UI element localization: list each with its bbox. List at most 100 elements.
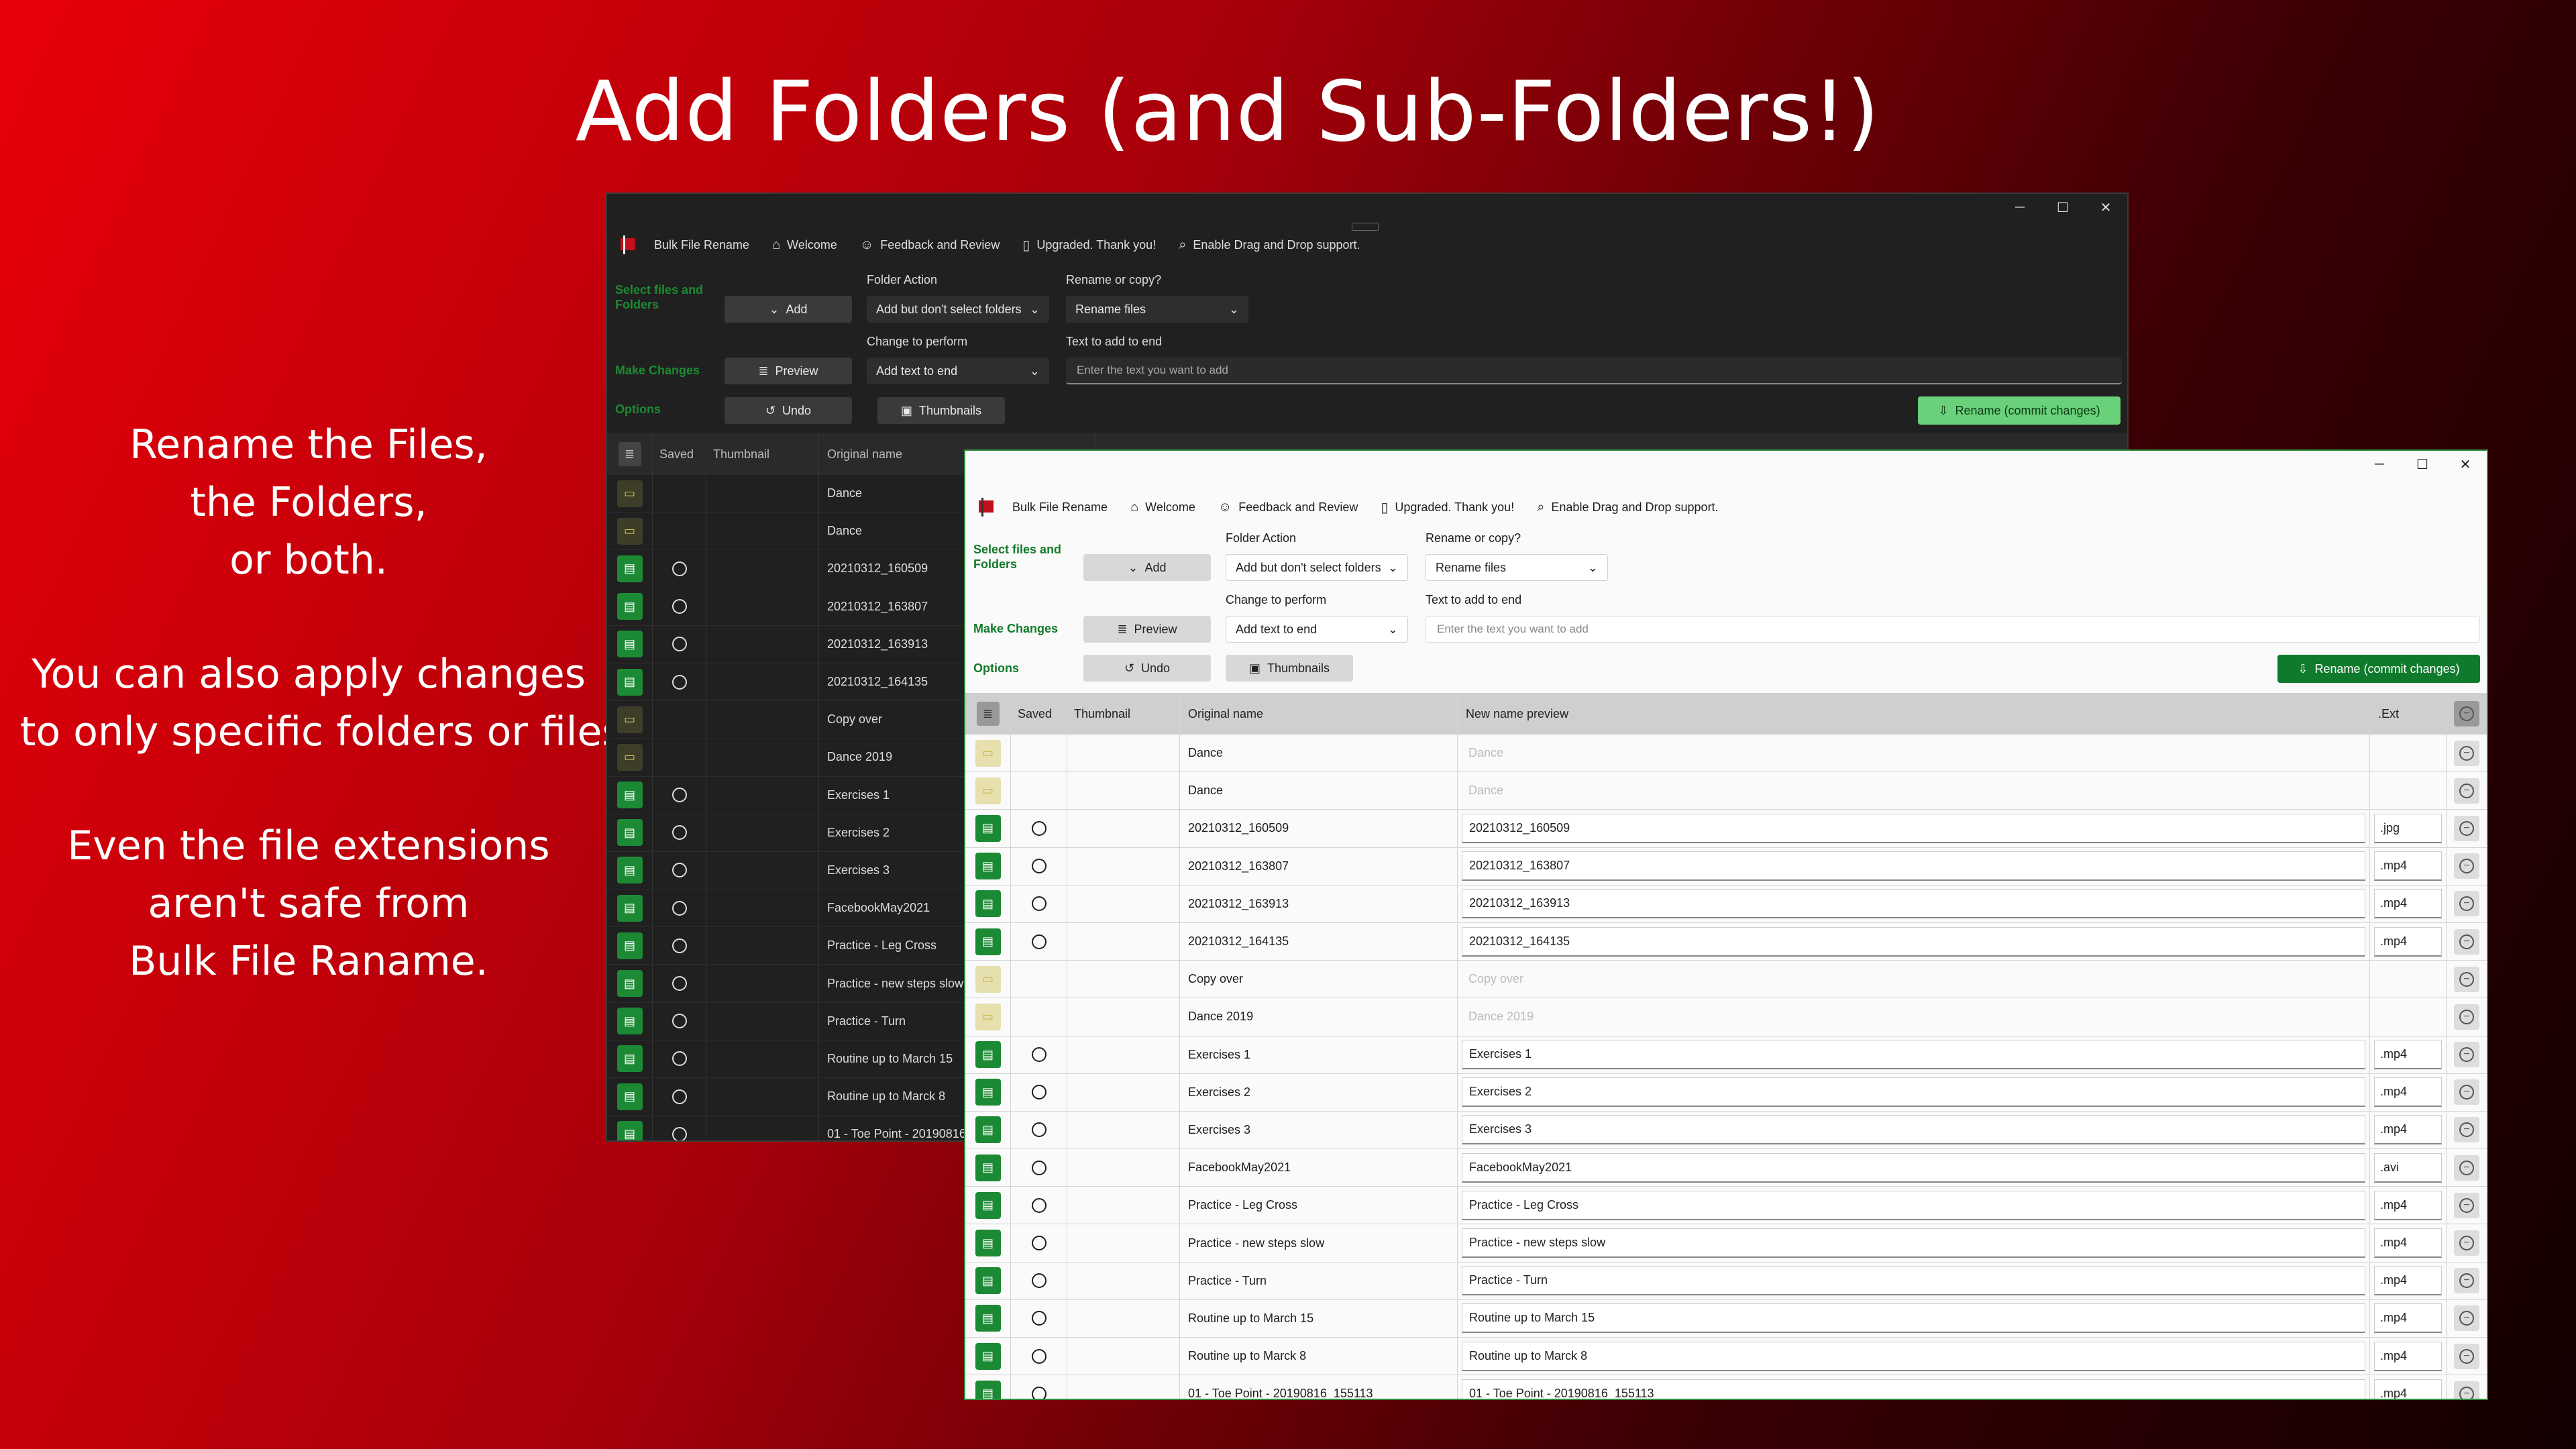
row-type-cell[interactable]: ▤ <box>607 588 653 625</box>
new-name-input[interactable]: 20210312_164135 <box>1462 926 2365 957</box>
new-name-input[interactable]: Copy over <box>1462 964 2365 994</box>
text-to-add-input[interactable]: Enter the text you want to add <box>1066 358 2122 384</box>
row-type-cell[interactable]: ▤ <box>965 1111 1011 1149</box>
change-select[interactable]: Add text to end ⌄ <box>867 358 1049 384</box>
row-type-cell[interactable]: ▤ <box>607 927 653 965</box>
row-type-cell[interactable]: ▤ <box>607 625 653 663</box>
table-row[interactable]: ▤ Practice - new steps slow Practice - new… <box>965 1224 2487 1263</box>
remove-row-button[interactable]: − <box>2454 1305 2479 1332</box>
row-type-cell[interactable]: ▤ <box>965 847 1011 885</box>
remove-row-button[interactable]: − <box>2454 1268 2479 1294</box>
extension-input[interactable]: .mp4 <box>2374 1228 2442 1258</box>
new-name-input[interactable]: Dance <box>1462 775 2365 806</box>
extension-input[interactable]: .mp4 <box>2374 1077 2442 1108</box>
table-row[interactable]: ▭ Dance 2019 Dance 2019 − <box>965 998 2487 1036</box>
row-type-cell[interactable]: ▭ <box>607 701 653 739</box>
remove-row-button[interactable]: − <box>2454 891 2479 917</box>
extension-input[interactable]: .mp4 <box>2374 889 2442 919</box>
folder-action-select[interactable]: Add but don't select folders ⌄ <box>867 296 1049 323</box>
nav-drag-drop[interactable]: ⌕ Enable Drag and Drop support. <box>1537 500 1718 515</box>
col-thumbnail[interactable]: Thumbnail <box>1067 693 1180 735</box>
table-row[interactable]: ▭ Dance Dance − <box>965 735 2487 773</box>
extension-input[interactable]: .mp4 <box>2374 926 2442 957</box>
extension-input[interactable]: .mp4 <box>2374 1190 2442 1220</box>
row-type-cell[interactable]: ▤ <box>965 1262 1011 1299</box>
extension-input[interactable]: .mp4 <box>2374 1379 2442 1399</box>
table-row[interactable]: ▤ Exercises 3 Exercises 3 .mp4 − <box>965 1111 2487 1150</box>
remove-row-button[interactable]: − <box>2454 853 2479 879</box>
new-name-input[interactable]: Dance <box>1462 738 2365 768</box>
remove-row-button[interactable]: − <box>2454 1042 2479 1068</box>
nav-upgraded[interactable]: ▯ Upgraded. Thank you! <box>1381 499 1514 516</box>
minimize-icon[interactable]: ─ <box>2358 451 2401 478</box>
extension-input[interactable]: .jpg <box>2374 813 2442 843</box>
new-name-input[interactable]: 20210312_163807 <box>1462 851 2365 881</box>
row-type-cell[interactable]: ▤ <box>965 1187 1011 1224</box>
row-type-cell[interactable]: ▤ <box>607 1116 653 1140</box>
row-type-cell[interactable]: ▤ <box>965 1375 1011 1399</box>
new-name-input[interactable]: 20210312_163913 <box>1462 889 2365 919</box>
row-type-cell[interactable]: ▭ <box>607 739 653 776</box>
row-type-cell[interactable]: ▤ <box>965 1338 1011 1375</box>
col-new-name[interactable]: New name preview <box>1458 693 2370 735</box>
remove-row-button[interactable]: − <box>2454 1155 2479 1181</box>
col-original-name[interactable]: Original name <box>1180 693 1458 735</box>
row-type-cell[interactable]: ▤ <box>965 922 1011 961</box>
row-type-cell[interactable]: ▤ <box>607 1078 653 1116</box>
row-type-cell[interactable]: ▤ <box>607 1040 653 1077</box>
row-type-cell[interactable]: ▤ <box>607 851 653 890</box>
table-row[interactable]: ▤ 01 - Toe Point - 20190816_155113 01 - To… <box>965 1375 2487 1399</box>
row-type-cell[interactable]: ▤ <box>607 1002 653 1040</box>
rename-or-copy-select[interactable]: Rename files ⌄ <box>1066 296 1248 323</box>
col-thumbnail[interactable]: Thumbnail <box>706 433 819 475</box>
preview-button[interactable]: ≣ Preview <box>1083 616 1211 643</box>
new-name-input[interactable]: Practice - Turn <box>1462 1266 2365 1296</box>
table-row[interactable]: ▤ Practice - Leg Cross Practice - Leg Cros… <box>965 1187 2487 1225</box>
new-name-input[interactable]: 20210312_160509 <box>1462 813 2365 843</box>
new-name-input[interactable]: Exercises 1 <box>1462 1040 2365 1070</box>
new-name-input[interactable]: Exercises 3 <box>1462 1115 2365 1145</box>
table-row[interactable]: ▤ 20210312_163807 20210312_163807 .mp4 − <box>965 847 2487 885</box>
col-saved[interactable]: Saved <box>1011 693 1067 735</box>
table-row[interactable]: ▤ Practice - Turn Practice - Turn .mp4 − <box>965 1262 2487 1300</box>
text-to-add-input[interactable]: Enter the text you want to add <box>1426 616 2480 643</box>
nav-upgraded[interactable]: ▯ Upgraded. Thank you! <box>1022 237 1156 254</box>
table-row[interactable]: ▤ Exercises 2 Exercises 2 .mp4 − <box>965 1073 2487 1112</box>
remove-row-button[interactable]: − <box>2454 1192 2479 1218</box>
thumbnails-button[interactable]: ▣ Thumbnails <box>1226 655 1353 682</box>
maximize-icon[interactable]: ☐ <box>2401 451 2444 478</box>
extension-input[interactable]: .mp4 <box>2374 1303 2442 1334</box>
maximize-icon[interactable]: ☐ <box>2041 194 2084 221</box>
row-type-cell[interactable]: ▤ <box>965 1149 1011 1187</box>
row-type-cell[interactable]: ▤ <box>607 814 653 851</box>
folder-action-select[interactable]: Add but don't select folders ⌄ <box>1226 554 1408 581</box>
remove-all-toggle[interactable]: − <box>2447 693 2487 735</box>
table-row[interactable]: ▤ 20210312_160509 20210312_160509 .jpg − <box>965 810 2487 848</box>
row-type-cell[interactable]: ▤ <box>607 776 653 814</box>
table-row[interactable]: ▤ 20210312_164135 20210312_164135 .mp4 − <box>965 922 2487 961</box>
nav-welcome[interactable]: ⌂ Welcome <box>1130 500 1195 515</box>
select-all-toggle[interactable]: ≣ <box>965 693 1011 735</box>
undo-button[interactable]: ↺ Undo <box>1083 655 1211 682</box>
remove-row-button[interactable]: − <box>2454 1079 2479 1106</box>
remove-row-button[interactable]: − <box>2454 1381 2479 1399</box>
commit-button[interactable]: ⇩ Rename (commit changes) <box>2277 655 2480 683</box>
row-type-cell[interactable]: ▭ <box>965 772 1011 810</box>
row-type-cell[interactable]: ▤ <box>965 1299 1011 1337</box>
table-row[interactable]: ▤ Exercises 1 Exercises 1 .mp4 − <box>965 1036 2487 1074</box>
table-row[interactable]: ▤ Routine up to March 15 Routine up to Mar… <box>965 1299 2487 1338</box>
close-icon[interactable]: ✕ <box>2444 451 2487 478</box>
table-row[interactable]: ▤ Routine up to Marck 8 Routine up to Marc… <box>965 1338 2487 1376</box>
row-type-cell[interactable]: ▤ <box>965 1036 1011 1073</box>
row-type-cell[interactable]: ▤ <box>607 550 653 588</box>
row-type-cell[interactable]: ▤ <box>607 965 653 1002</box>
rename-or-copy-select[interactable]: Rename files ⌄ <box>1426 554 1608 581</box>
row-type-cell[interactable]: ▤ <box>607 890 653 927</box>
nav-drag-drop[interactable]: ⌕ Enable Drag and Drop support. <box>1179 237 1360 253</box>
new-name-input[interactable]: Dance 2019 <box>1462 1002 2365 1032</box>
new-name-input[interactable]: 01 - Toe Point - 20190816_155113 <box>1462 1379 2365 1399</box>
table-row[interactable]: ▭ Copy over Copy over − <box>965 961 2487 999</box>
extension-input[interactable]: .mp4 <box>2374 851 2442 881</box>
remove-row-button[interactable]: − <box>2454 740 2479 766</box>
new-name-input[interactable]: FacebookMay2021 <box>1462 1152 2365 1183</box>
